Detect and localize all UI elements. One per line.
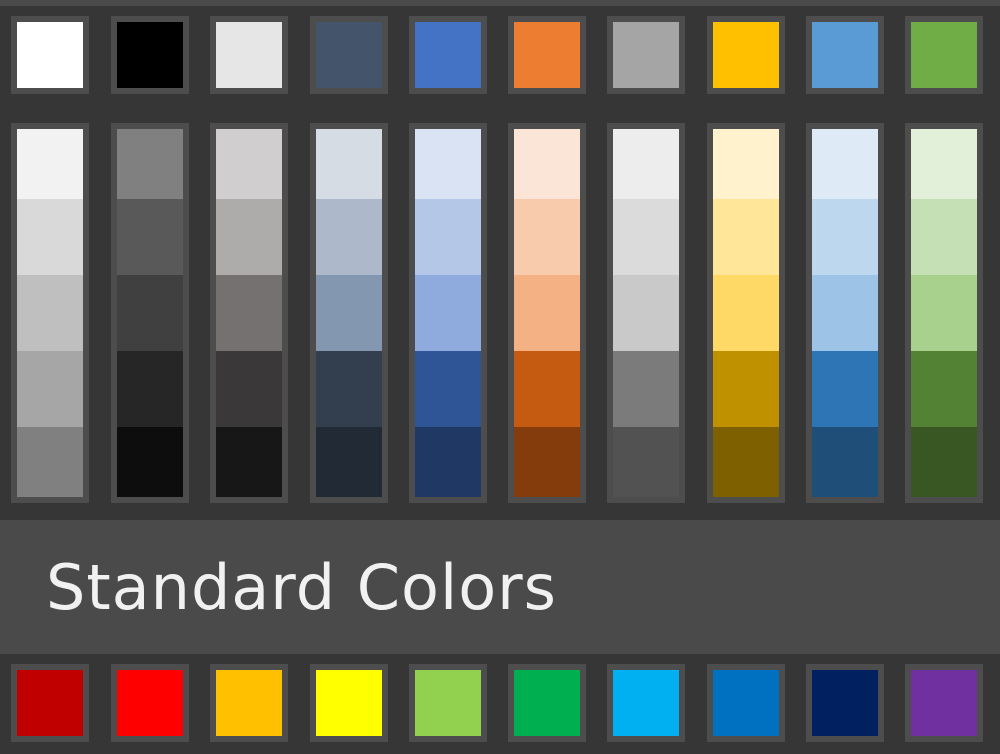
shade-swatch-blue-2[interactable] bbox=[415, 199, 481, 275]
shade-swatch-light-blue-3[interactable] bbox=[812, 275, 878, 351]
shade-swatch-black-1[interactable] bbox=[117, 129, 183, 199]
shade-swatch-light-blue-4[interactable] bbox=[812, 351, 878, 427]
shade-swatch-gold-5[interactable] bbox=[713, 427, 779, 497]
shade-swatch-blue-3[interactable] bbox=[415, 275, 481, 351]
shade-column-dark-blue-gray bbox=[310, 123, 388, 503]
shade-column-gold bbox=[707, 123, 785, 503]
standard-colors-label: Standard Colors bbox=[46, 551, 557, 624]
shade-swatch-light-blue-2[interactable] bbox=[812, 199, 878, 275]
theme-color-swatch-blue[interactable] bbox=[409, 16, 487, 94]
shade-column-black bbox=[111, 123, 189, 503]
shade-column-green bbox=[905, 123, 983, 503]
shade-swatch-orange-3[interactable] bbox=[514, 275, 580, 351]
shade-swatch-dark-blue-gray-4[interactable] bbox=[316, 351, 382, 427]
standard-color-swatch-orange[interactable] bbox=[210, 664, 288, 742]
theme-shades-grid bbox=[0, 123, 1000, 503]
theme-colors-row bbox=[0, 16, 1000, 94]
shade-swatch-gray-2[interactable] bbox=[613, 199, 679, 275]
shade-swatch-dark-blue-gray-1[interactable] bbox=[316, 129, 382, 199]
standard-color-swatch-yellow[interactable] bbox=[310, 664, 388, 742]
shade-swatch-white-3[interactable] bbox=[17, 275, 83, 351]
shade-column-light-gray bbox=[210, 123, 288, 503]
shade-column-gray bbox=[607, 123, 685, 503]
shade-swatch-white-4[interactable] bbox=[17, 351, 83, 427]
shade-swatch-orange-1[interactable] bbox=[514, 129, 580, 199]
shade-swatch-light-gray-1[interactable] bbox=[216, 129, 282, 199]
shade-swatch-black-3[interactable] bbox=[117, 275, 183, 351]
standard-color-swatch-dark-red[interactable] bbox=[11, 664, 89, 742]
shade-swatch-gray-5[interactable] bbox=[613, 427, 679, 497]
shade-swatch-black-5[interactable] bbox=[117, 427, 183, 497]
theme-color-swatch-green[interactable] bbox=[905, 16, 983, 94]
shade-column-light-blue bbox=[806, 123, 884, 503]
standard-color-swatch-green[interactable] bbox=[508, 664, 586, 742]
standard-colors-row bbox=[0, 664, 1000, 742]
standard-color-swatch-red[interactable] bbox=[111, 664, 189, 742]
shade-swatch-white-5[interactable] bbox=[17, 427, 83, 497]
shade-swatch-gold-3[interactable] bbox=[713, 275, 779, 351]
shade-swatch-light-gray-2[interactable] bbox=[216, 199, 282, 275]
shade-swatch-blue-5[interactable] bbox=[415, 427, 481, 497]
shade-swatch-gold-1[interactable] bbox=[713, 129, 779, 199]
shade-swatch-green-2[interactable] bbox=[911, 199, 977, 275]
shade-swatch-light-blue-5[interactable] bbox=[812, 427, 878, 497]
shade-swatch-white-1[interactable] bbox=[17, 129, 83, 199]
shade-column-blue bbox=[409, 123, 487, 503]
standard-color-swatch-light-green[interactable] bbox=[409, 664, 487, 742]
shade-swatch-dark-blue-gray-2[interactable] bbox=[316, 199, 382, 275]
theme-color-swatch-gray[interactable] bbox=[607, 16, 685, 94]
theme-color-swatch-black[interactable] bbox=[111, 16, 189, 94]
shade-swatch-gold-4[interactable] bbox=[713, 351, 779, 427]
shade-swatch-light-gray-5[interactable] bbox=[216, 427, 282, 497]
theme-color-swatch-orange[interactable] bbox=[508, 16, 586, 94]
shade-swatch-orange-2[interactable] bbox=[514, 199, 580, 275]
standard-color-swatch-light-blue[interactable] bbox=[607, 664, 685, 742]
shade-column-white bbox=[11, 123, 89, 503]
shade-swatch-gray-3[interactable] bbox=[613, 275, 679, 351]
top-divider bbox=[0, 0, 1000, 6]
shade-column-orange bbox=[508, 123, 586, 503]
theme-color-swatch-gold[interactable] bbox=[707, 16, 785, 94]
shade-swatch-green-4[interactable] bbox=[911, 351, 977, 427]
shade-swatch-gray-1[interactable] bbox=[613, 129, 679, 199]
shade-swatch-dark-blue-gray-3[interactable] bbox=[316, 275, 382, 351]
theme-color-swatch-white[interactable] bbox=[11, 16, 89, 94]
shade-swatch-blue-1[interactable] bbox=[415, 129, 481, 199]
color-picker-panel: Standard Colors bbox=[0, 0, 1000, 754]
shade-swatch-green-3[interactable] bbox=[911, 275, 977, 351]
shade-swatch-light-blue-1[interactable] bbox=[812, 129, 878, 199]
theme-color-swatch-dark-blue-gray[interactable] bbox=[310, 16, 388, 94]
standard-color-swatch-blue[interactable] bbox=[707, 664, 785, 742]
shade-swatch-black-4[interactable] bbox=[117, 351, 183, 427]
shade-swatch-gray-4[interactable] bbox=[613, 351, 679, 427]
standard-color-swatch-purple[interactable] bbox=[905, 664, 983, 742]
shade-swatch-gold-2[interactable] bbox=[713, 199, 779, 275]
theme-color-swatch-light-blue[interactable] bbox=[806, 16, 884, 94]
standard-color-swatch-dark-blue[interactable] bbox=[806, 664, 884, 742]
shade-swatch-green-5[interactable] bbox=[911, 427, 977, 497]
shade-swatch-blue-4[interactable] bbox=[415, 351, 481, 427]
shade-swatch-green-1[interactable] bbox=[911, 129, 977, 199]
shade-swatch-white-2[interactable] bbox=[17, 199, 83, 275]
shade-swatch-light-gray-4[interactable] bbox=[216, 351, 282, 427]
shade-swatch-black-2[interactable] bbox=[117, 199, 183, 275]
theme-color-swatch-light-gray[interactable] bbox=[210, 16, 288, 94]
shade-swatch-orange-5[interactable] bbox=[514, 427, 580, 497]
shade-swatch-dark-blue-gray-5[interactable] bbox=[316, 427, 382, 497]
shade-swatch-orange-4[interactable] bbox=[514, 351, 580, 427]
shade-swatch-light-gray-3[interactable] bbox=[216, 275, 282, 351]
